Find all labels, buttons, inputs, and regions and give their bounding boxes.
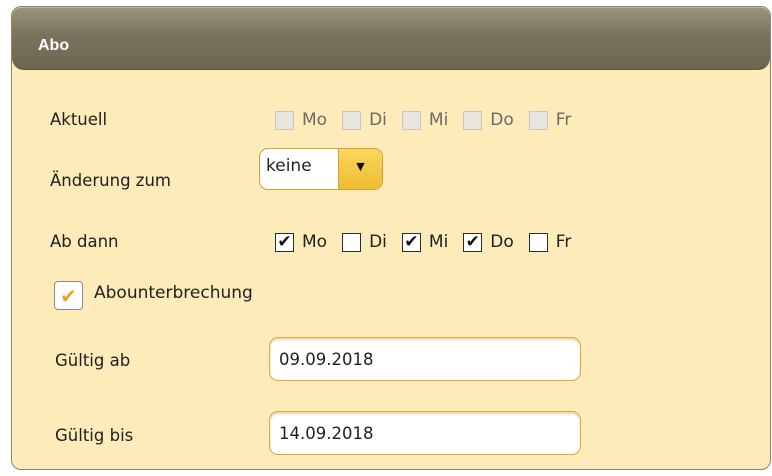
ab-dann-fr-checkbox[interactable] (528, 232, 548, 252)
abounterbrechung-label[interactable]: Abounterbrechung (94, 283, 253, 303)
aktuell-fr-checkbox (528, 110, 548, 130)
panel-title: Abo (38, 37, 70, 54)
abounterbrechung-checkbox[interactable]: ✔ (54, 281, 83, 310)
ab-dann-mo-checkbox[interactable]: ✔ (275, 232, 294, 252)
aktuell-mi-label: Mi (428, 110, 449, 130)
ab-dann-do-label: Do (490, 232, 514, 252)
chevron-down-icon[interactable]: ▼ (338, 149, 382, 189)
aktuell-mo-checkbox (275, 110, 294, 130)
aktuell-days: Mo Di Mi Do Fr (275, 110, 586, 130)
aktuell-label: Aktuell (50, 110, 108, 129)
ab-dann-days: ✔ Mo Di ✔ Mi ✔ Do Fr (275, 232, 586, 252)
gueltig-ab-label: Gültig ab (55, 351, 131, 370)
aktuell-di-label: Di (369, 110, 387, 130)
aktuell-do-label: Do (490, 110, 514, 130)
aenderung-dropdown[interactable]: keine ▼ (259, 148, 383, 190)
aktuell-do-checkbox (463, 110, 483, 130)
gueltig-bis-label: Gültig bis (55, 426, 134, 445)
ab-dann-fr-label: Fr (555, 232, 572, 252)
ab-dann-label: Ab dann (50, 232, 119, 251)
aktuell-di-checkbox (342, 110, 362, 130)
gueltig-bis-input[interactable] (269, 411, 581, 455)
ab-dann-do-checkbox[interactable]: ✔ (463, 232, 483, 252)
aktuell-fr-label: Fr (555, 110, 572, 130)
aktuell-mi-checkbox (401, 110, 421, 130)
ab-dann-di-checkbox[interactable] (342, 232, 362, 252)
abo-panel: Abo Aktuell Mo Di Mi Do Fr Änderung zum … (11, 6, 771, 470)
aenderung-dropdown-value: keine (266, 156, 312, 176)
gueltig-ab-input[interactable] (269, 337, 581, 381)
ab-dann-mo-label: Mo (302, 232, 328, 252)
aenderung-label: Änderung zum (50, 171, 171, 190)
ab-dann-mi-label: Mi (428, 232, 449, 252)
panel-header: Abo (12, 7, 770, 70)
ab-dann-di-label: Di (369, 232, 387, 252)
aktuell-mo-label: Mo (302, 110, 328, 130)
ab-dann-mi-checkbox[interactable]: ✔ (401, 232, 421, 252)
